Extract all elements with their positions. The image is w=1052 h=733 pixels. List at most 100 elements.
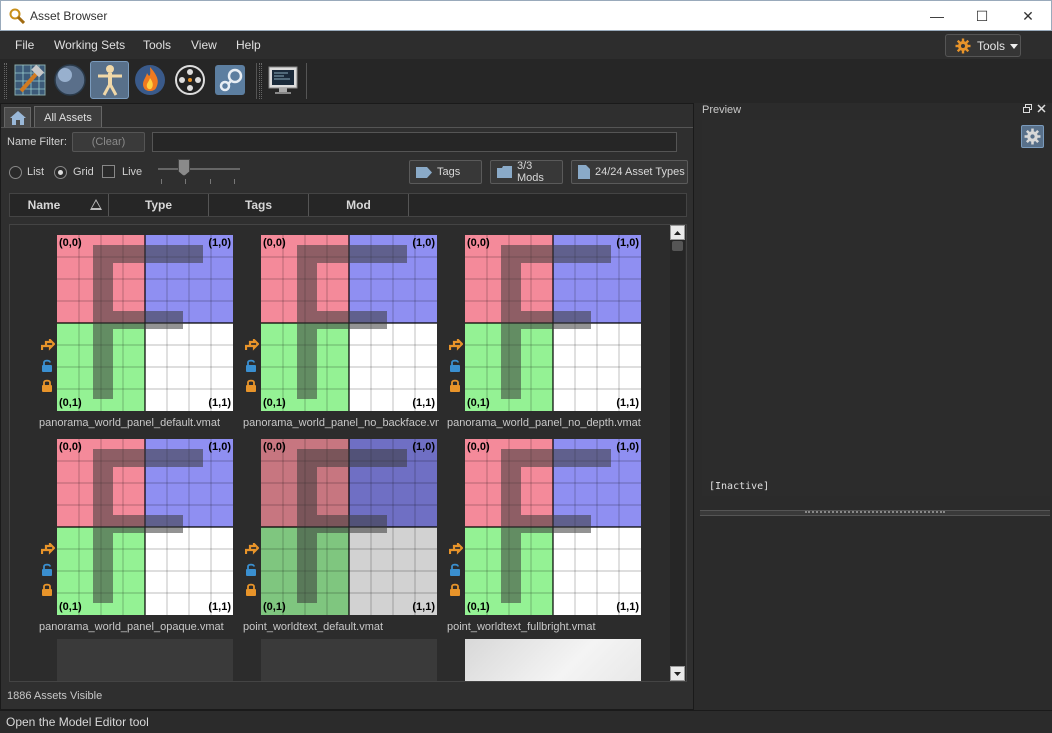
asset-thumbnail[interactable]: (0,0) (1,0) (0,1) (1,1) [261, 439, 437, 615]
magnifier-key-icon [9, 8, 25, 24]
column-type-label: Type [144, 198, 173, 212]
lock-icon [245, 379, 259, 399]
column-mod[interactable]: Mod [309, 194, 409, 216]
undock-button[interactable] [1023, 104, 1032, 116]
asset-grid-scrollbar[interactable] [670, 225, 685, 681]
tools-dropdown[interactable]: Tools [945, 34, 1021, 57]
asset-tile[interactable]: (0,0) (1,0) (0,1) (1,1) panorama_world_p… [427, 235, 641, 439]
slider-tick [161, 179, 162, 184]
material-editor-button[interactable] [50, 61, 89, 99]
menu-help[interactable]: Help [236, 38, 261, 52]
menu-working-sets[interactable]: Working Sets [54, 38, 125, 52]
uv-label-bottom-left: (0,1) [59, 601, 82, 613]
grid-view-radio[interactable] [54, 166, 67, 179]
arrow-up-icon [674, 230, 681, 235]
menu-tools[interactable]: Tools [143, 38, 171, 52]
name-filter-input[interactable] [152, 132, 677, 152]
film-reel-button[interactable] [170, 61, 209, 99]
column-header: Name Type Tags Mod [9, 193, 687, 217]
mods-filter-button[interactable]: 3/3 Mods [490, 160, 563, 184]
column-type[interactable]: Type [109, 194, 209, 216]
asset-thumbnail[interactable]: (0,0) (1,0) (0,1) (1,1) [261, 235, 437, 411]
preview-settings-button[interactable] [1021, 125, 1044, 148]
close-preview-button[interactable] [1037, 104, 1046, 116]
grid-view-label: Grid [73, 166, 94, 178]
asset-thumbnail[interactable]: (0,0) (1,0) (0,1) (1,1) [57, 439, 233, 615]
window-title: Asset Browser [30, 9, 108, 23]
asset-types-filter-label: 24/24 Asset Types [595, 166, 685, 178]
asset-status-icons [244, 541, 260, 603]
folder-icon [497, 166, 512, 178]
asset-tile[interactable]: (0,0) (1,0) (0,1) (1,1) point_worldtext_… [427, 439, 641, 643]
column-tags-label: Tags [244, 198, 273, 212]
close-button[interactable]: ✕ [1005, 1, 1051, 31]
home-tab[interactable] [4, 107, 31, 128]
home-icon [9, 110, 26, 125]
close-icon [1037, 104, 1046, 113]
menu-view[interactable]: View [191, 38, 217, 52]
asset-types-filter-button[interactable]: 24/24 Asset Types [571, 160, 688, 184]
asset-grid: (0,0) (1,0) (0,1) (1,1) panorama_world_p… [9, 224, 687, 682]
steam-icon [214, 65, 245, 95]
lock-icon [449, 379, 463, 399]
toolbar-grip[interactable] [4, 63, 7, 99]
clear-filter-button[interactable]: (Clear) [72, 132, 145, 152]
console-monitor-button[interactable] [263, 61, 302, 99]
tools-dropdown-label: Tools [977, 39, 1006, 53]
asset-thumbnail[interactable]: (0,0) (1,0) (0,1) (1,1) [465, 235, 641, 411]
steam-button[interactable] [210, 61, 249, 99]
particle-editor-button[interactable] [130, 61, 169, 99]
uv-label-bottom-left: (0,1) [59, 397, 82, 409]
uv-label-top-left: (0,0) [59, 237, 82, 249]
asset-thumbnail[interactable]: (0,0) (1,0) (0,1) (1,1) [465, 439, 641, 615]
model-editor-button[interactable] [90, 61, 129, 99]
document-icon [578, 165, 590, 179]
tags-filter-button[interactable]: Tags [409, 160, 482, 184]
asset-status-icons [40, 337, 56, 399]
asset-thumbnail[interactable]: (0,0) (1,0) (0,1) (1,1) [57, 235, 233, 411]
asset-tile[interactable]: (0,0) (1,0) (0,1) (1,1) panorama_world_p… [223, 235, 439, 439]
redirect-arrow-icon [448, 541, 464, 563]
scroll-up-button[interactable] [670, 225, 685, 240]
tool-launcher-bar [0, 59, 1052, 103]
asset-tile[interactable]: (0,0) (1,0) (0,1) (1,1) panorama_world_p… [19, 235, 233, 439]
asset-name: point_worldtext_fullbright.vmat [447, 621, 596, 633]
toolbar-grip[interactable] [259, 63, 262, 99]
uv-label-bottom-left: (0,1) [263, 397, 286, 409]
thumbnail-size-slider[interactable] [158, 168, 240, 170]
lock-open-icon [245, 359, 259, 379]
film-reel-icon [174, 65, 205, 95]
asset-thumbnail-loading[interactable] [57, 639, 233, 681]
asset-name: point_worldtext_default.vmat [243, 621, 384, 633]
minimize-button[interactable]: — [914, 1, 960, 31]
menu-file[interactable]: File [15, 38, 34, 52]
undock-icon [1023, 104, 1032, 113]
asset-thumbnail-partial[interactable] [465, 639, 641, 681]
splitter-grip[interactable] [805, 511, 945, 514]
maximize-button[interactable]: ☐ [959, 1, 1005, 31]
live-checkbox[interactable] [102, 165, 115, 178]
column-mod-label: Mod [346, 198, 371, 212]
gear-icon [1024, 128, 1041, 145]
asset-tile[interactable]: (0,0) (1,0) (0,1) (1,1) point_worldtext_… [223, 439, 437, 643]
chevron-down-icon [1010, 44, 1018, 49]
uv-label-bottom-left: (0,1) [467, 601, 490, 613]
model-editor-icon [97, 65, 122, 96]
slider-handle[interactable] [178, 159, 190, 176]
menu-bar: File Working Sets Tools View Help Tools [0, 31, 1052, 59]
hammer-editor-button[interactable] [10, 61, 49, 99]
asset-thumbnail-loading[interactable] [261, 639, 437, 681]
asset-tile[interactable]: (0,0) (1,0) (0,1) (1,1) panorama_world_p… [19, 439, 233, 643]
preview-viewport[interactable] [702, 120, 1050, 496]
tag-icon [416, 166, 432, 178]
scroll-thumb[interactable] [672, 241, 683, 251]
uv-label-top-left: (0,0) [467, 441, 490, 453]
column-tags[interactable]: Tags [209, 194, 309, 216]
uv-label-top-left: (0,0) [467, 237, 490, 249]
list-view-radio[interactable] [9, 166, 22, 179]
scroll-down-button[interactable] [670, 666, 685, 681]
maximize-icon: ☐ [975, 7, 989, 24]
redirect-arrow-icon [244, 541, 260, 563]
lock-icon [449, 583, 463, 603]
tab-all-assets[interactable]: All Assets [34, 106, 102, 128]
